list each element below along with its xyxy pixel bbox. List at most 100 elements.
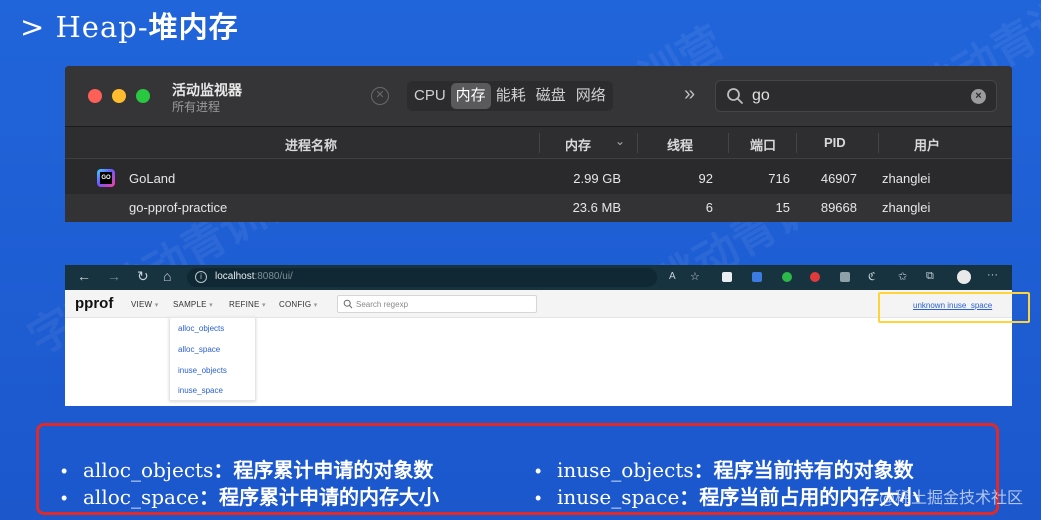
extension-icon[interactable] bbox=[810, 272, 820, 282]
bullet-desc: ：程序当前持有的对象数 bbox=[693, 458, 914, 482]
table-header: 进程名称 内存 ⌄ 线程 端口 PID 用户 bbox=[65, 127, 1012, 159]
bullet-term: alloc_space bbox=[83, 485, 199, 509]
extension-icon[interactable] bbox=[840, 272, 850, 282]
reload-icon[interactable]: ↻ bbox=[137, 268, 149, 285]
tab-energy[interactable]: 能耗 bbox=[491, 83, 531, 109]
pprof-toolbar: pprof VIEW ▾ SAMPLE ▾ REFINE ▾ CONFIG ▾ … bbox=[65, 290, 1012, 318]
bullet-desc: ：程序累计申请的对象数 bbox=[213, 458, 434, 482]
column-header-memory[interactable]: 内存 bbox=[565, 135, 591, 154]
column-divider bbox=[637, 133, 638, 153]
clear-search-icon[interactable]: × bbox=[971, 89, 986, 104]
table-row[interactable]: GO GoLand 2.99 GB 92 716 46907 zhanglei bbox=[65, 165, 1012, 194]
process-pid: 46907 bbox=[820, 171, 857, 186]
slide-title-cn: 堆内存 bbox=[148, 10, 239, 44]
goland-icon: GO bbox=[97, 169, 115, 187]
collections-icon[interactable]: ⧉ bbox=[926, 270, 934, 283]
menu-view[interactable]: VIEW ▾ bbox=[131, 300, 158, 309]
bullet-item: • alloc_objects：程序累计申请的对象数 bbox=[61, 454, 433, 483]
minimize-window-button[interactable] bbox=[112, 89, 126, 103]
bullet-term: inuse_space bbox=[557, 485, 680, 509]
search-field[interactable]: go × bbox=[715, 80, 997, 112]
zoom-window-button[interactable] bbox=[136, 89, 150, 103]
bullet-item: • alloc_space：程序累计申请的内存大小 bbox=[61, 481, 439, 510]
search-icon bbox=[727, 88, 743, 104]
sample-option-inuse-space[interactable]: inuse_space bbox=[178, 386, 223, 395]
tab-memory[interactable]: 内存 bbox=[450, 83, 491, 109]
definitions-box: • alloc_objects：程序累计申请的对象数 • alloc_space：程… bbox=[36, 423, 999, 515]
forward-arrow-icon[interactable]: → bbox=[107, 268, 121, 284]
column-divider bbox=[539, 133, 540, 153]
slide-title: > Heap-堆内存 bbox=[20, 4, 239, 46]
app-subtitle: 所有进程 bbox=[172, 100, 221, 114]
stop-process-icon[interactable]: ✕ bbox=[371, 87, 389, 105]
home-icon[interactable]: ⌂ bbox=[163, 268, 171, 284]
bullet-desc: ：程序累计申请的内存大小 bbox=[199, 485, 439, 509]
bullet-dot: • bbox=[535, 488, 542, 508]
more-options-icon[interactable]: ··· bbox=[987, 269, 998, 281]
process-memory: 23.6 MB bbox=[572, 200, 621, 215]
avatar[interactable] bbox=[957, 270, 971, 284]
column-divider bbox=[796, 133, 797, 153]
process-user: zhanglei bbox=[882, 200, 931, 215]
search-placeholder: Search regexp bbox=[356, 300, 409, 309]
table-row[interactable]: go-pprof-practice 23.6 MB 6 15 89668 zha… bbox=[65, 194, 1012, 222]
process-memory: 2.99 GB bbox=[573, 171, 621, 186]
bullet-term: alloc_objects bbox=[83, 458, 214, 482]
extension-icon[interactable] bbox=[722, 272, 732, 282]
app-title: 活动监视器 bbox=[172, 82, 242, 98]
bullet-item: • inuse_space：程序当前占用的内存大小 bbox=[535, 481, 919, 510]
sample-option-inuse-objects[interactable]: inuse_objects bbox=[178, 366, 227, 375]
menu-refine[interactable]: REFINE ▾ bbox=[229, 300, 266, 309]
window-toolbar: 活动监视器 所有进程 ✕ CPU 内存 能耗 磁盘 网络 » go × bbox=[65, 66, 1012, 127]
tab-network[interactable]: 网络 bbox=[571, 83, 611, 109]
tab-disk[interactable]: 磁盘 bbox=[531, 83, 571, 109]
column-header-user[interactable]: 用户 bbox=[914, 135, 940, 154]
slide-title-prefix: > Heap- bbox=[20, 10, 149, 44]
column-header-name[interactable]: 进程名称 bbox=[285, 135, 337, 154]
bullet-term: inuse_objects bbox=[557, 458, 694, 482]
sample-option-alloc-objects[interactable]: alloc_objects bbox=[178, 324, 224, 333]
process-pid: 89668 bbox=[820, 200, 857, 215]
url-host: localhost bbox=[215, 271, 255, 282]
process-threads: 6 bbox=[705, 200, 713, 215]
menu-sample[interactable]: SAMPLE ▾ bbox=[173, 300, 213, 309]
process-name: GoLand bbox=[129, 171, 176, 186]
pprof-logo: pprof bbox=[75, 295, 114, 312]
sample-dropdown-menu: alloc_objects alloc_space inuse_objects … bbox=[169, 317, 256, 401]
back-arrow-icon[interactable]: ← bbox=[77, 268, 91, 284]
column-header-pid[interactable]: PID bbox=[824, 135, 846, 150]
chevron-down-icon: ⌄ bbox=[615, 134, 626, 148]
tab-cpu[interactable]: CPU bbox=[409, 83, 451, 109]
extension-icon[interactable]: ℭ bbox=[868, 270, 876, 283]
favorites-bar-icon[interactable]: ✩ bbox=[898, 270, 907, 283]
extension-icon[interactable] bbox=[782, 272, 792, 282]
search-query[interactable]: go bbox=[752, 87, 770, 105]
browser-toolbar: ← → ↻ ⌂ i localhost:8080/ui/ A ☆ ℭ ✩ ⧉ ·… bbox=[65, 265, 1012, 290]
bullet-dot: • bbox=[61, 461, 68, 481]
url-path: :8080/ui/ bbox=[254, 271, 293, 282]
sample-option-alloc-space[interactable]: alloc_space bbox=[178, 345, 220, 354]
column-header-threads[interactable]: 线程 bbox=[667, 135, 693, 154]
menu-refine-label: REFINE bbox=[229, 300, 260, 309]
favorite-icon[interactable]: ☆ bbox=[690, 270, 700, 283]
menu-sample-label: SAMPLE bbox=[173, 300, 207, 309]
extension-icon[interactable] bbox=[752, 272, 762, 282]
menu-config[interactable]: CONFIG ▾ bbox=[279, 300, 317, 309]
column-header-ports[interactable]: 端口 bbox=[750, 135, 776, 154]
close-window-button[interactable] bbox=[88, 89, 102, 103]
more-chevron-icon[interactable]: » bbox=[684, 83, 695, 106]
regexp-search-input[interactable]: Search regexp bbox=[337, 295, 537, 313]
bullet-item: • inuse_objects：程序当前持有的对象数 bbox=[535, 454, 914, 483]
menu-view-label: VIEW bbox=[131, 300, 153, 309]
address-bar[interactable]: i localhost:8080/ui/ bbox=[187, 268, 657, 287]
highlight-box bbox=[878, 292, 1030, 323]
chevron-down-icon: ▾ bbox=[313, 302, 318, 309]
bullet-dot: • bbox=[61, 488, 68, 508]
activity-monitor-window: 活动监视器 所有进程 ✕ CPU 内存 能耗 磁盘 网络 » go × 进程名称… bbox=[65, 66, 1012, 222]
read-aloud-icon[interactable]: A bbox=[669, 271, 676, 282]
address-url[interactable]: localhost:8080/ui/ bbox=[215, 271, 293, 282]
site-info-icon[interactable]: i bbox=[195, 271, 207, 283]
chevron-down-icon: ▾ bbox=[209, 302, 213, 309]
bullet-dot: • bbox=[535, 461, 542, 481]
process-user: zhanglei bbox=[882, 171, 931, 186]
